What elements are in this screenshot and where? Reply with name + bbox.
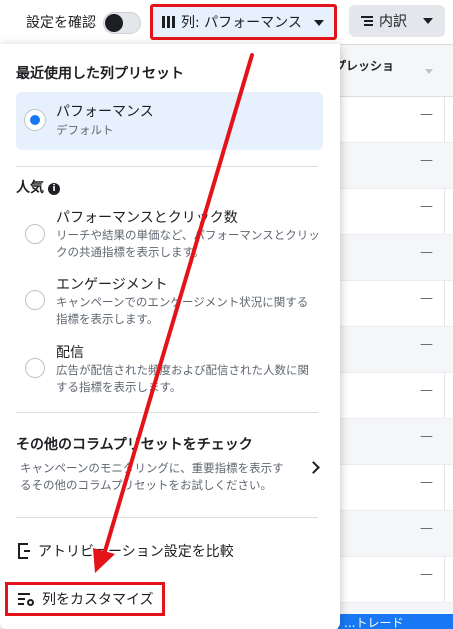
customize-columns-icon bbox=[18, 592, 34, 606]
info-icon[interactable]: i bbox=[48, 183, 60, 195]
divider bbox=[16, 166, 318, 167]
columns-icon bbox=[162, 16, 175, 28]
table-row: — bbox=[330, 511, 453, 557]
table-row: — bbox=[330, 281, 453, 327]
preset-engagement-label[interactable]: エンゲージメント bbox=[56, 274, 168, 294]
compare-attribution-icon bbox=[16, 543, 30, 559]
preset-delivery-desc-2: する指標を表示します。 bbox=[56, 380, 182, 394]
preset-performance-clicks-desc-1: リーチや結果の単価など、パフォーマンスとクリッ bbox=[56, 228, 320, 242]
table-row: — bbox=[330, 189, 453, 235]
breakdown-button[interactable]: 内訳 bbox=[349, 5, 445, 37]
breakdown-icon bbox=[361, 16, 373, 26]
table-cell-value: — bbox=[420, 153, 433, 168]
table-cell-value: — bbox=[420, 521, 433, 536]
radio-delivery[interactable] bbox=[25, 358, 45, 378]
other-presets-desc-1: キャンペーンのモニタリングに、重要指標を表示す bbox=[20, 461, 284, 475]
customize-columns-button[interactable]: 列をカスタマイズ bbox=[5, 582, 165, 616]
popular-presets-title: 人気 i bbox=[16, 177, 60, 197]
toggle-knob bbox=[105, 14, 123, 32]
recent-presets-title: 最近使用した列プリセット bbox=[16, 66, 184, 82]
preset-performance-clicks-label[interactable]: パフォーマンスとクリック数 bbox=[56, 207, 238, 227]
table-cell-value: — bbox=[420, 337, 433, 352]
preset-engagement-desc-1: キャンペーンでのエンゲージメント状況に関する bbox=[56, 295, 309, 309]
breakdown-label: 内訳 bbox=[379, 14, 407, 30]
preset-delivery-label[interactable]: 配信 bbox=[56, 342, 84, 362]
compare-attribution-label: アトリビューション設定を比較 bbox=[38, 544, 234, 560]
table-cell-value: — bbox=[420, 429, 433, 444]
compare-attribution-button[interactable]: アトリビューション設定を比較 bbox=[16, 540, 234, 562]
customize-columns-label: 列をカスタマイズ bbox=[42, 592, 154, 608]
table-cell-value: — bbox=[420, 107, 433, 122]
preset-performance-clicks-desc-2: クの共通指標を表示します。 bbox=[56, 245, 205, 259]
table-cell-value: — bbox=[420, 567, 433, 582]
columns-preset-button[interactable]: 列: パフォーマンス bbox=[150, 4, 337, 40]
preset-delivery-desc-1: 広告が配信された頻度および配信された人数に関 bbox=[56, 363, 309, 377]
other-presets-desc-2: るその他のコラムプリセットをお試しください。 bbox=[20, 478, 272, 492]
preset-engagement-desc-2: 指標を表示します。 bbox=[56, 312, 159, 326]
table-row: — bbox=[330, 327, 453, 373]
table-row: — bbox=[330, 143, 453, 189]
preset-performance-sublabel: デフォルト bbox=[56, 123, 114, 137]
toolbar: 設定を確認 列: パフォーマンス 内訳 bbox=[0, 0, 453, 44]
table-row: — bbox=[330, 97, 453, 143]
columns-preset-label: 列: パフォーマンス bbox=[181, 15, 302, 31]
sort-icon[interactable] bbox=[425, 69, 433, 74]
table-cell-value: — bbox=[420, 291, 433, 306]
caret-down-icon bbox=[423, 18, 433, 24]
divider bbox=[16, 517, 318, 518]
table-cell-value: — bbox=[420, 199, 433, 214]
table-cell-value: — bbox=[420, 245, 433, 260]
table-row: — bbox=[330, 465, 453, 511]
preset-performance-label: パフォーマンス bbox=[56, 104, 154, 120]
radio-performance-clicks[interactable] bbox=[25, 224, 45, 244]
table-row: — bbox=[330, 557, 453, 603]
column-presets-dropdown: 最近使用した列プリセット パフォーマンス デフォルト 人気 i パフォーマンスとク… bbox=[0, 44, 340, 629]
table-row: — bbox=[330, 235, 453, 281]
column-header-impressions[interactable]: プレッショ bbox=[334, 57, 394, 74]
table-cell-value: — bbox=[420, 383, 433, 398]
background-data-table: プレッショ ———————————— ...トレード bbox=[330, 44, 453, 629]
caret-down-icon bbox=[314, 20, 324, 26]
divider bbox=[16, 412, 318, 413]
radio-engagement[interactable] bbox=[25, 290, 45, 310]
table-cell-value: — bbox=[420, 475, 433, 490]
chevron-right-icon[interactable] bbox=[307, 461, 320, 474]
table-row: — bbox=[330, 419, 453, 465]
table-row: — bbox=[330, 373, 453, 419]
radio-selected-icon[interactable] bbox=[25, 110, 45, 130]
review-settings-label: 設定を確認 bbox=[26, 15, 96, 31]
other-presets-title[interactable]: その他のコラムプリセットをチェック bbox=[16, 434, 253, 454]
blue-action-button[interactable]: ...トレード bbox=[338, 614, 453, 629]
table-header: プレッショ bbox=[330, 45, 453, 97]
review-settings-toggle[interactable] bbox=[103, 12, 141, 34]
